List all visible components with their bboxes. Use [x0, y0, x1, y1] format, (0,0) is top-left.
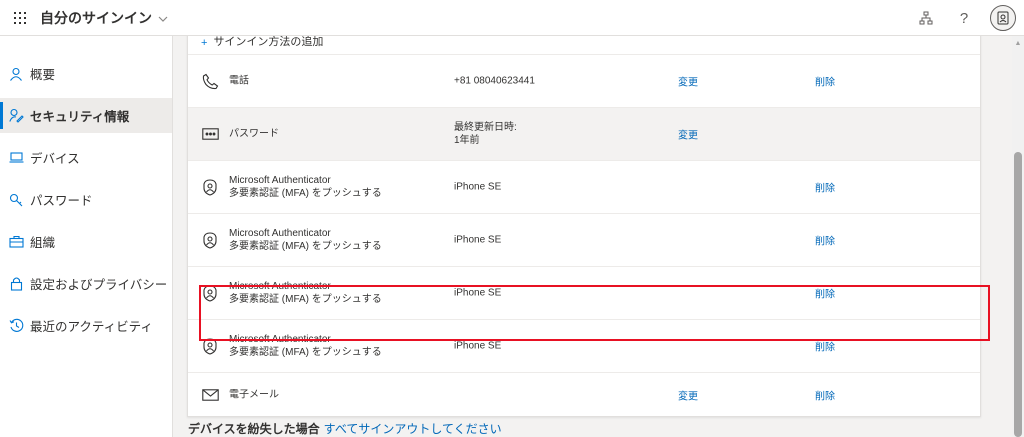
- main-content: + サインイン方法の追加 電話 +81 08040623441 変更 削除 パス…: [174, 36, 1012, 437]
- security-methods-card: + サインイン方法の追加 電話 +81 08040623441 変更 削除 パス…: [187, 36, 990, 417]
- method-row-authenticator: Microsoft Authenticator 多要素認証 (MFA) をプッシ…: [188, 213, 980, 266]
- delete-link[interactable]: 削除: [815, 339, 835, 354]
- plus-icon: +: [201, 37, 208, 49]
- authenticator-icon: [200, 336, 220, 356]
- delete-link[interactable]: 削除: [815, 286, 835, 301]
- method-detail: iPhone SE: [454, 287, 502, 299]
- method-subtitle: 多要素認証 (MFA) をプッシュする: [229, 188, 382, 199]
- org-chart-icon[interactable]: [914, 6, 938, 30]
- password-icon: [200, 124, 220, 144]
- method-detail: iPhone SE: [454, 340, 502, 352]
- authenticator-icon: [200, 283, 220, 303]
- security-info-icon: [8, 108, 24, 124]
- change-link[interactable]: 変更: [678, 387, 698, 402]
- method-row-authenticator: Microsoft Authenticator 多要素認証 (MFA) をプッシ…: [188, 266, 980, 319]
- method-row-authenticator-highlighted: Microsoft Authenticator 多要素認証 (MFA) をプッシ…: [188, 319, 980, 372]
- avatar-icon[interactable]: [990, 5, 1016, 31]
- waffle-icon[interactable]: [0, 0, 40, 36]
- sidebar-item-settings-privacy[interactable]: 設定およびプライバシー: [0, 266, 172, 301]
- lost-device-question: デバイスを紛失した場合: [188, 422, 320, 436]
- method-name: Microsoft Authenticator 多要素認証 (MFA) をプッシ…: [229, 333, 382, 359]
- method-name: パスワード: [229, 128, 279, 140]
- method-subtitle: 多要素認証 (MFA) をプッシュする: [229, 241, 382, 252]
- lock-icon: [8, 276, 24, 292]
- sidebar-item-label: パスワード: [30, 194, 93, 208]
- person-icon: [8, 66, 24, 82]
- method-title: Microsoft Authenticator: [229, 281, 331, 292]
- sidebar-item-label: デバイス: [30, 152, 80, 166]
- change-link[interactable]: 変更: [678, 127, 698, 142]
- scrollbar[interactable]: ▲: [1012, 36, 1024, 437]
- method-name: Microsoft Authenticator 多要素認証 (MFA) をプッシ…: [229, 280, 382, 306]
- history-icon: [8, 318, 24, 334]
- sidebar-item-overview[interactable]: 概要: [0, 56, 172, 91]
- method-name: 電子メール: [229, 389, 279, 400]
- method-detail: 最終更新日時: 1年前: [454, 121, 517, 147]
- method-title: Microsoft Authenticator: [229, 228, 331, 239]
- authenticator-icon: [200, 230, 220, 250]
- sidebar-item-label: 概要: [30, 68, 56, 82]
- method-subtitle: 多要素認証 (MFA) をプッシュする: [229, 294, 382, 305]
- sidebar-item-recent-activity[interactable]: 最近のアクティビティ: [0, 308, 172, 343]
- app-title-dropdown[interactable]: 自分のサインイン: [40, 8, 168, 28]
- add-method-label: サインイン方法の追加: [213, 36, 324, 48]
- add-method-button[interactable]: + サインイン方法の追加: [188, 36, 980, 54]
- method-row-email: 電子メール 変更 削除: [188, 372, 980, 416]
- laptop-icon: [8, 150, 24, 166]
- lost-device-section: デバイスを紛失した場合 すべてサインアウトしてください: [188, 420, 502, 437]
- sidebar-item-password[interactable]: パスワード: [0, 182, 172, 217]
- briefcase-icon: [8, 234, 24, 250]
- email-icon: [200, 385, 220, 405]
- method-row-phone: 電話 +81 08040623441 変更 削除: [188, 54, 980, 107]
- method-name: Microsoft Authenticator 多要素認証 (MFA) をプッシ…: [229, 174, 382, 200]
- method-name: Microsoft Authenticator 多要素認証 (MFA) をプッシ…: [229, 227, 382, 253]
- delete-link[interactable]: 削除: [815, 180, 835, 195]
- method-detail: iPhone SE: [454, 181, 502, 193]
- phone-icon: [200, 71, 220, 91]
- help-icon[interactable]: ?: [952, 6, 976, 30]
- method-row-password: パスワード 最終更新日時: 1年前 変更: [188, 107, 980, 160]
- delete-link[interactable]: 削除: [815, 233, 835, 248]
- method-detail: iPhone SE: [454, 234, 502, 246]
- method-name: 電話: [229, 75, 249, 87]
- method-title: Microsoft Authenticator: [229, 334, 331, 345]
- sidebar-item-label: 組織: [30, 236, 56, 250]
- method-row-authenticator: Microsoft Authenticator 多要素認証 (MFA) をプッシ…: [188, 160, 980, 213]
- method-subtitle: 多要素認証 (MFA) をプッシュする: [229, 347, 382, 358]
- authenticator-icon: [200, 177, 220, 197]
- app-title: 自分のサインイン: [40, 9, 152, 26]
- sidebar-item-label: 設定およびプライバシー: [30, 278, 168, 292]
- chevron-down-icon: [158, 11, 168, 25]
- scroll-up-arrow-icon[interactable]: ▲: [1012, 38, 1024, 48]
- sidebar-item-organization[interactable]: 組織: [0, 224, 172, 259]
- change-link[interactable]: 変更: [678, 74, 698, 89]
- delete-link[interactable]: 削除: [815, 74, 835, 89]
- sidebar-item-devices[interactable]: デバイス: [0, 140, 172, 175]
- top-bar: 自分のサインイン ?: [0, 0, 1024, 36]
- method-detail: +81 08040623441: [454, 75, 535, 87]
- sidebar-item-label: 最近のアクティビティ: [30, 320, 153, 334]
- delete-link[interactable]: 削除: [815, 387, 835, 402]
- sign-out-everywhere-link[interactable]: すべてサインアウトしてください: [324, 422, 502, 436]
- key-icon: [8, 192, 24, 208]
- sidebar: 概要 セキュリティ情報 デバイス パスワード 組織 設定およびプライバシー 最近…: [0, 36, 173, 437]
- scrollbar-thumb[interactable]: [1014, 152, 1022, 437]
- last-updated-value: 1年前: [454, 135, 480, 146]
- sidebar-item-label: セキュリティ情報: [30, 110, 130, 124]
- last-updated-label: 最終更新日時:: [454, 122, 517, 133]
- sidebar-item-security-info[interactable]: セキュリティ情報: [0, 98, 172, 133]
- method-title: Microsoft Authenticator: [229, 175, 331, 186]
